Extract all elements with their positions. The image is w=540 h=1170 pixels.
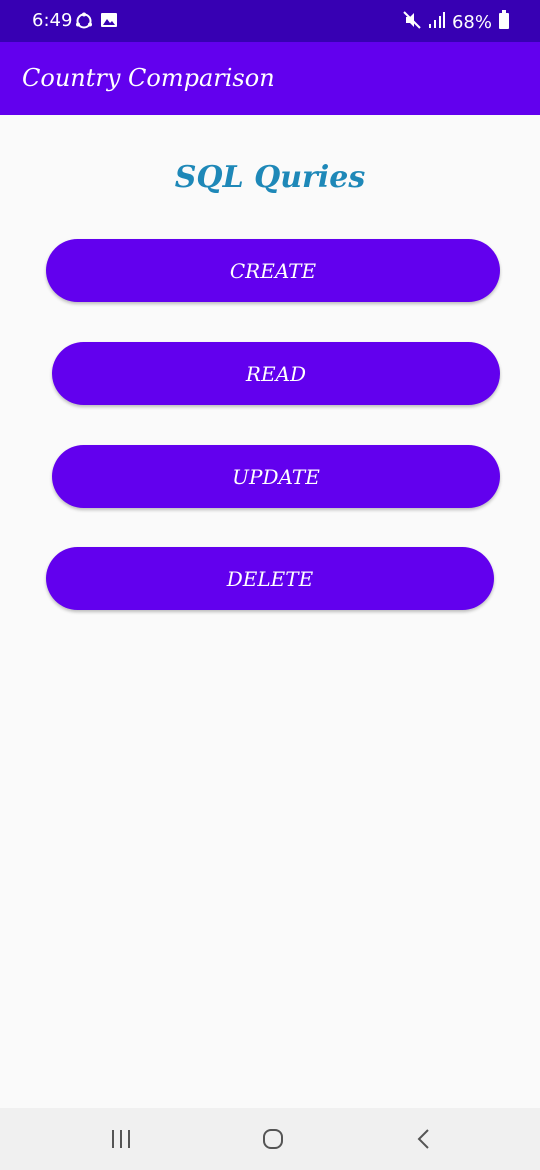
app-title: Country Comparison <box>22 64 275 92</box>
image-icon <box>100 11 118 35</box>
signal-icon <box>428 11 446 34</box>
home-icon[interactable] <box>262 1128 284 1154</box>
mute-icon <box>402 10 422 35</box>
battery-icon <box>498 10 510 35</box>
app-bar: Country Comparison <box>0 42 540 115</box>
read-button[interactable]: READ <box>52 342 500 405</box>
navigation-bar <box>0 1108 540 1170</box>
sync-icon <box>74 11 94 35</box>
back-icon[interactable] <box>414 1128 434 1154</box>
status-bar: 6:49 68% <box>0 0 540 42</box>
create-button[interactable]: CREATE <box>46 239 500 302</box>
update-button[interactable]: UPDATE <box>52 445 500 508</box>
battery-text: 68% <box>451 12 492 33</box>
recents-icon[interactable] <box>110 1129 132 1153</box>
delete-button[interactable]: DELETE <box>46 547 494 610</box>
status-time: 6:49 <box>32 10 73 31</box>
page-heading: SQL Quries <box>174 160 366 195</box>
